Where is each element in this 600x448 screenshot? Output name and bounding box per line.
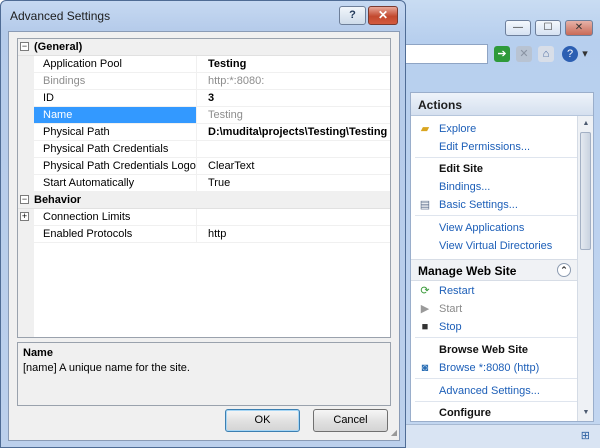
cancel-button[interactable]: Cancel	[313, 409, 388, 432]
resize-grip[interactable]: ◢	[387, 428, 397, 438]
go-icon[interactable]: ➔	[494, 46, 510, 62]
scroll-down-icon[interactable]: ▼	[581, 408, 591, 418]
network-icon: ⊞	[580, 430, 590, 442]
bindings-action[interactable]: Bindings...	[411, 178, 577, 196]
dialog-title: Advanced Settings	[10, 9, 111, 23]
stop-icon: ■	[421, 321, 429, 333]
description-title: Name	[23, 347, 53, 359]
category-behavior[interactable]: − Behavior	[18, 192, 390, 209]
collapse-icon[interactable]: −	[20, 42, 29, 51]
minimize-button[interactable]: —	[505, 20, 531, 36]
property-grid: − (General) Application Pool Testing Bin…	[17, 38, 391, 338]
divider	[415, 401, 577, 402]
collapse-icon[interactable]: −	[20, 195, 29, 204]
advanced-settings-dialog: Advanced Settings ? ✕ − (General) Applic…	[0, 0, 406, 448]
ok-button[interactable]: OK	[225, 409, 300, 432]
edit-permissions-action[interactable]: Edit Permissions...	[411, 138, 577, 156]
maximize-button[interactable]: ☐	[535, 20, 561, 36]
actions-pane: Actions ▰ Explore Edit Permissions... Ed…	[410, 92, 594, 422]
category-general[interactable]: − (General)	[18, 39, 390, 56]
property-row-logon-type[interactable]: Physical Path Credentials Logon Type Cle…	[18, 158, 390, 175]
explore-action[interactable]: ▰ Explore	[411, 120, 577, 138]
dialog-body: − (General) Application Pool Testing Bin…	[8, 31, 400, 441]
actions-header: Actions	[411, 93, 593, 116]
folder-icon: ▰	[420, 123, 430, 135]
chevron-down-icon[interactable]: ▾	[580, 46, 590, 62]
divider	[415, 157, 577, 158]
scroll-up-icon[interactable]: ▲	[581, 119, 591, 129]
configure-heading: Configure	[439, 407, 491, 419]
manage-web-site-group[interactable]: Manage Web Site ⌃	[411, 259, 577, 281]
collapse-icon[interactable]: ⌃	[557, 263, 571, 277]
restart-icon: ⟳	[420, 285, 430, 297]
help-button[interactable]: ?	[339, 6, 366, 25]
help-icon[interactable]: ?	[562, 46, 578, 62]
address-bar[interactable]	[404, 44, 488, 64]
settings-icon: ▤	[419, 199, 431, 211]
property-row-enabled-protocols[interactable]: Enabled Protocols http	[18, 226, 390, 243]
view-virtual-directories-action[interactable]: View Virtual Directories	[411, 237, 577, 255]
property-row-application-pool[interactable]: Application Pool Testing	[18, 56, 390, 73]
description-text: [name] A unique name for the site.	[23, 362, 190, 374]
restart-action[interactable]: ⟳ Restart	[411, 282, 577, 300]
status-bar: ⊞	[398, 424, 600, 448]
property-row-bindings[interactable]: Bindings http:*:8080:	[18, 73, 390, 90]
property-row-name[interactable]: Name Testing	[18, 107, 390, 124]
property-row-connection-limits[interactable]: + Connection Limits	[18, 209, 390, 226]
play-icon: ▶	[420, 303, 430, 315]
divider	[415, 215, 577, 216]
edit-site-heading: Edit Site	[439, 163, 484, 175]
advanced-settings-action[interactable]: Advanced Settings...	[411, 382, 577, 400]
stop-action[interactable]: ■ Stop	[411, 318, 577, 336]
property-row-start-automatically[interactable]: Start Automatically True	[18, 175, 390, 192]
actions-scrollbar[interactable]: ▲ ▼	[577, 116, 593, 421]
basic-settings-action[interactable]: ▤ Basic Settings...	[411, 196, 577, 214]
property-row-physical-path[interactable]: Physical Path D:\mudita\projects\Testing…	[18, 124, 390, 141]
start-action[interactable]: ▶ Start	[411, 300, 577, 318]
expand-icon[interactable]: +	[20, 212, 29, 221]
close-button[interactable]: ✕	[368, 6, 398, 25]
property-row-physical-path-credentials[interactable]: Physical Path Credentials	[18, 141, 390, 158]
divider	[415, 378, 577, 379]
browse-web-site-heading: Browse Web Site	[439, 344, 529, 356]
home-icon[interactable]: ⌂	[538, 46, 554, 62]
view-applications-action[interactable]: View Applications	[411, 219, 577, 237]
scroll-thumb[interactable]	[580, 132, 591, 250]
stop-toolbar-icon[interactable]: ✕	[516, 46, 532, 62]
window-close-button[interactable]: ✕	[565, 20, 593, 36]
browse-icon: ◙	[421, 362, 429, 374]
divider	[415, 337, 577, 338]
property-row-id[interactable]: ID 3	[18, 90, 390, 107]
description-panel: Name [name] A unique name for the site.	[17, 342, 391, 406]
browse-action[interactable]: ◙ Browse *:8080 (http)	[411, 359, 577, 377]
